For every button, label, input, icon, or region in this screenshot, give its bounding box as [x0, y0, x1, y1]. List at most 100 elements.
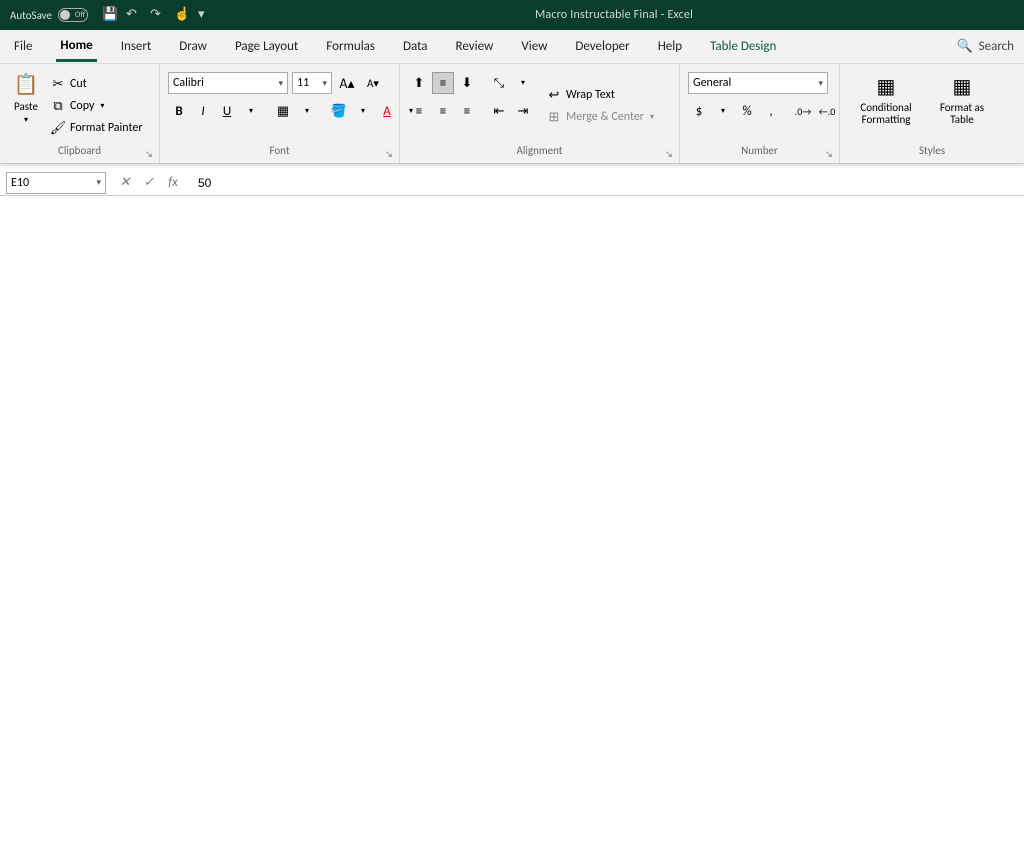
- orientation-icon[interactable]: ⤡: [488, 72, 510, 94]
- merge-icon: ⊞: [546, 109, 562, 125]
- chevron-down-icon: ▾: [322, 78, 327, 89]
- chevron-down-icon: ▾: [100, 101, 104, 111]
- search-label: Search: [979, 39, 1014, 54]
- chevron-down-icon: ▾: [96, 177, 101, 188]
- save-icon[interactable]: 💾: [102, 7, 118, 23]
- group-label: Clipboard: [8, 144, 151, 159]
- chevron-down-icon[interactable]: ▾: [296, 100, 318, 122]
- undo-icon[interactable]: ↶: [126, 7, 142, 23]
- tab-review[interactable]: Review: [452, 33, 498, 60]
- chevron-down-icon[interactable]: ▾: [512, 72, 534, 94]
- format-painter-button[interactable]: 🖌Format Painter: [48, 119, 145, 137]
- number-format-value: General: [693, 76, 731, 90]
- comma-icon[interactable]: ,: [760, 100, 782, 122]
- wrap-text-button[interactable]: ↩ Wrap Text: [544, 86, 656, 104]
- align-right-icon[interactable]: ≡: [456, 100, 478, 122]
- search-area[interactable]: 🔍 Search: [956, 39, 1014, 54]
- fill-color-button[interactable]: 🪣: [328, 100, 350, 122]
- borders-button[interactable]: ▦: [272, 100, 294, 122]
- autosave-toggle[interactable]: AutoSave Off: [10, 8, 88, 22]
- merge-center-button[interactable]: ⊞Merge & Center▾: [544, 108, 656, 126]
- format-as-table-button[interactable]: ▦ Format as Table: [932, 70, 992, 128]
- font-size-value: 11: [297, 76, 309, 90]
- chevron-down-icon: ▾: [278, 78, 283, 89]
- redo-icon[interactable]: ↷: [150, 7, 166, 23]
- shrink-font-icon[interactable]: A▾: [362, 72, 384, 94]
- merge-label: Merge & Center: [566, 110, 644, 124]
- tab-file[interactable]: File: [10, 33, 36, 60]
- wrap-label: Wrap Text: [566, 88, 615, 102]
- chevron-down-icon: ▾: [24, 115, 28, 125]
- table-icon: ▦: [948, 72, 976, 100]
- brush-icon: 🖌: [50, 120, 66, 136]
- align-center-icon[interactable]: ≡: [432, 100, 454, 122]
- chevron-down-icon[interactable]: ▾: [712, 100, 734, 122]
- cut-button[interactable]: ✂Cut: [48, 75, 145, 93]
- align-bottom-icon[interactable]: ⬇: [456, 72, 478, 94]
- font-name-value: Calibri: [173, 76, 204, 90]
- dialog-launcher-icon[interactable]: ↘: [385, 149, 397, 161]
- tab-view[interactable]: View: [517, 33, 551, 60]
- format-table-label: Format as Table: [936, 102, 988, 126]
- tab-home[interactable]: Home: [56, 32, 96, 62]
- qat-more-icon[interactable]: ▾: [198, 7, 214, 23]
- conditional-formatting-icon: ▦: [872, 72, 900, 100]
- name-box-value: E10: [11, 176, 29, 190]
- increase-indent-icon[interactable]: ⇥: [512, 100, 534, 122]
- formula-input[interactable]: [192, 172, 1024, 194]
- ribbon: 📋 Paste ▾ ✂Cut ⧉ Copy ▾ 🖌Format Painter Cl…: [0, 64, 1024, 164]
- number-format-dropdown[interactable]: General ▾: [688, 72, 828, 94]
- align-left-icon[interactable]: ≡: [408, 100, 430, 122]
- tab-developer[interactable]: Developer: [571, 33, 633, 60]
- tab-insert[interactable]: Insert: [117, 33, 156, 60]
- conditional-formatting-button[interactable]: ▦ Conditional Formatting: [848, 70, 924, 128]
- tab-draw[interactable]: Draw: [175, 33, 211, 60]
- currency-icon[interactable]: $: [688, 100, 710, 122]
- decrease-indent-icon[interactable]: ⇤: [488, 100, 510, 122]
- tab-page-layout[interactable]: Page Layout: [231, 33, 302, 60]
- formula-bar: E10 ▾ ✕ ✓ fx: [0, 170, 1024, 196]
- grow-font-icon[interactable]: A▴: [336, 72, 358, 94]
- group-styles: ▦ Conditional Formatting ▦ Format as Tab…: [840, 64, 1024, 163]
- search-icon: 🔍: [956, 39, 972, 54]
- tab-help[interactable]: Help: [654, 33, 686, 60]
- tab-formulas[interactable]: Formulas: [322, 33, 379, 60]
- autosave-label: AutoSave: [10, 9, 52, 22]
- group-alignment: ⬆ ≡ ⬇ ⤡ ▾ ≡ ≡ ≡ ⇤ ⇥ ↩ Wrap Text: [400, 64, 680, 163]
- percent-icon[interactable]: %: [736, 100, 758, 122]
- bold-button[interactable]: B: [168, 100, 190, 122]
- font-size-dropdown[interactable]: 11 ▾: [292, 72, 332, 94]
- title-bar: AutoSave Off 💾 ↶ ↷ ☝ ▾ Macro Instructabl…: [0, 0, 1024, 30]
- paste-button[interactable]: 📋 Paste ▾: [8, 68, 44, 127]
- tab-data[interactable]: Data: [399, 33, 432, 60]
- copy-label: Copy: [70, 99, 94, 113]
- font-name-dropdown[interactable]: Calibri ▾: [168, 72, 288, 94]
- copy-icon: ⧉: [50, 98, 66, 114]
- name-box[interactable]: E10 ▾: [6, 172, 106, 194]
- enter-icon[interactable]: ✓: [140, 175, 158, 190]
- fx-icon[interactable]: fx: [164, 175, 182, 190]
- tab-table-design[interactable]: Table Design: [706, 33, 780, 60]
- align-top-icon[interactable]: ⬆: [408, 72, 430, 94]
- cancel-icon[interactable]: ✕: [116, 175, 134, 190]
- paste-label: Paste: [14, 100, 38, 113]
- italic-button[interactable]: I: [192, 100, 214, 122]
- chevron-down-icon: ▾: [818, 78, 823, 89]
- paste-icon: 📋: [12, 70, 40, 98]
- group-number: General ▾ $ ▾ % , .0→ ←.0 Number ↘: [680, 64, 840, 163]
- touch-icon[interactable]: ☝: [174, 7, 190, 23]
- underline-button[interactable]: U: [216, 100, 238, 122]
- copy-button[interactable]: ⧉ Copy ▾: [48, 97, 145, 115]
- chevron-down-icon[interactable]: ▾: [240, 100, 262, 122]
- toggle-switch[interactable]: Off: [58, 8, 88, 22]
- decrease-decimal-icon[interactable]: ←.0: [816, 100, 838, 122]
- dialog-launcher-icon[interactable]: ↘: [145, 149, 157, 161]
- font-color-button[interactable]: A: [376, 100, 398, 122]
- dialog-launcher-icon[interactable]: ↘: [825, 149, 837, 161]
- chevron-down-icon[interactable]: ▾: [352, 100, 374, 122]
- align-middle-icon[interactable]: ≡: [432, 72, 454, 94]
- increase-decimal-icon[interactable]: .0→: [792, 100, 814, 122]
- group-label: Number: [688, 144, 831, 159]
- dialog-launcher-icon[interactable]: ↘: [665, 149, 677, 161]
- wrap-icon: ↩: [546, 87, 562, 103]
